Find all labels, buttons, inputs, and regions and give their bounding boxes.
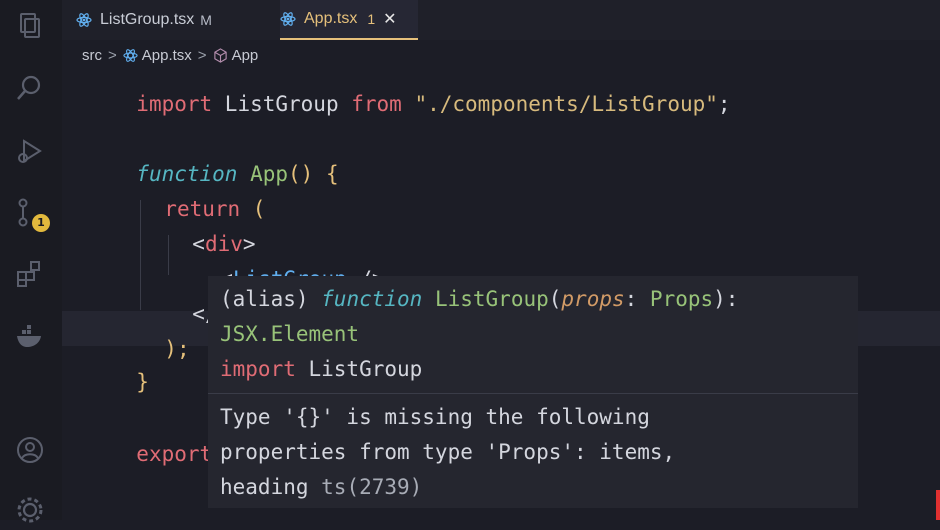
error-message-line-2: properties from type 'Props': items, <box>220 440 676 464</box>
keyword: import <box>220 357 296 381</box>
tab-label: App.tsx <box>304 10 358 27</box>
code-line-11[interactable]: export <box>111 418 212 466</box>
explorer-icon[interactable] <box>14 10 46 42</box>
error-message-line-3: heading ts(2739) <box>220 470 858 505</box>
alias-label: (alias) <box>220 287 322 311</box>
breadcrumb-file[interactable]: App.tsx <box>142 47 192 64</box>
function-name: ListGroup <box>422 287 549 311</box>
type-name: Props <box>649 287 714 311</box>
param-name: props <box>561 287 625 311</box>
docker-icon[interactable] <box>14 320 46 352</box>
brace: { <box>325 162 339 186</box>
run-debug-icon[interactable] <box>14 135 46 167</box>
keyword: import <box>136 92 213 116</box>
divider <box>208 393 858 394</box>
code-line-1[interactable]: import ListGroup from "./components/List… <box>111 68 731 116</box>
identifier: ListGroup <box>295 357 423 381</box>
tab-listgroup[interactable]: ListGroup.tsx M <box>76 0 212 40</box>
error-code: ts(2739) <box>308 475 423 499</box>
tab-label: ListGroup.tsx <box>100 11 195 28</box>
chevron-right-icon: > <box>108 46 117 64</box>
problems-count: 1 <box>367 11 376 27</box>
keyword: function <box>321 287 423 311</box>
keyword: export <box>136 442 213 466</box>
punctuation: ): <box>713 287 739 311</box>
identifier: ListGroup <box>212 92 352 116</box>
tab-app[interactable]: App.tsx 1 ✕ <box>280 0 418 40</box>
type-name: JSX.Element <box>220 322 360 346</box>
account-icon[interactable] <box>14 434 46 466</box>
search-icon[interactable] <box>14 72 46 104</box>
extensions-icon[interactable] <box>14 258 46 290</box>
react-icon <box>280 12 296 26</box>
activity-bar: 1 <box>0 0 62 523</box>
string-literal: "./components/ListGroup" <box>401 92 718 116</box>
punctuation: : <box>624 287 650 311</box>
breadcrumb: src > App.tsx > App <box>82 44 258 66</box>
scrollbar-error-marker <box>936 490 940 520</box>
return-type-line: JSX.Element <box>220 317 858 352</box>
brace: } <box>136 370 149 394</box>
settings-gear-icon[interactable] <box>14 494 46 526</box>
error-message-line-1: Type '{}' is missing the following <box>220 405 650 429</box>
error-text: heading <box>220 475 309 499</box>
modified-indicator: M <box>200 12 212 28</box>
cube-icon <box>213 47 227 63</box>
react-icon <box>123 48 138 62</box>
signature-line: (alias) function ListGroup(props: Props)… <box>220 282 858 317</box>
chevron-right-icon: > <box>197 46 207 64</box>
source-control-badge: 1 <box>32 214 50 232</box>
punctuation: ); <box>164 337 190 361</box>
punctuation: () <box>288 162 326 186</box>
punctuation: ( <box>548 287 562 311</box>
close-icon[interactable]: ✕ <box>383 9 396 29</box>
editor-tabs: ListGroup.tsx M App.tsx 1 ✕ <box>62 0 940 40</box>
react-icon <box>76 13 92 27</box>
code-line-9[interactable]: } <box>111 346 149 394</box>
hover-tooltip: (alias) function ListGroup(props: Props)… <box>208 276 858 508</box>
breadcrumb-symbol[interactable]: App <box>232 47 259 64</box>
breadcrumb-src[interactable]: src <box>82 47 102 64</box>
punctuation: ; <box>717 92 731 116</box>
keyword: from <box>351 92 402 116</box>
import-line: import ListGroup <box>220 352 858 387</box>
